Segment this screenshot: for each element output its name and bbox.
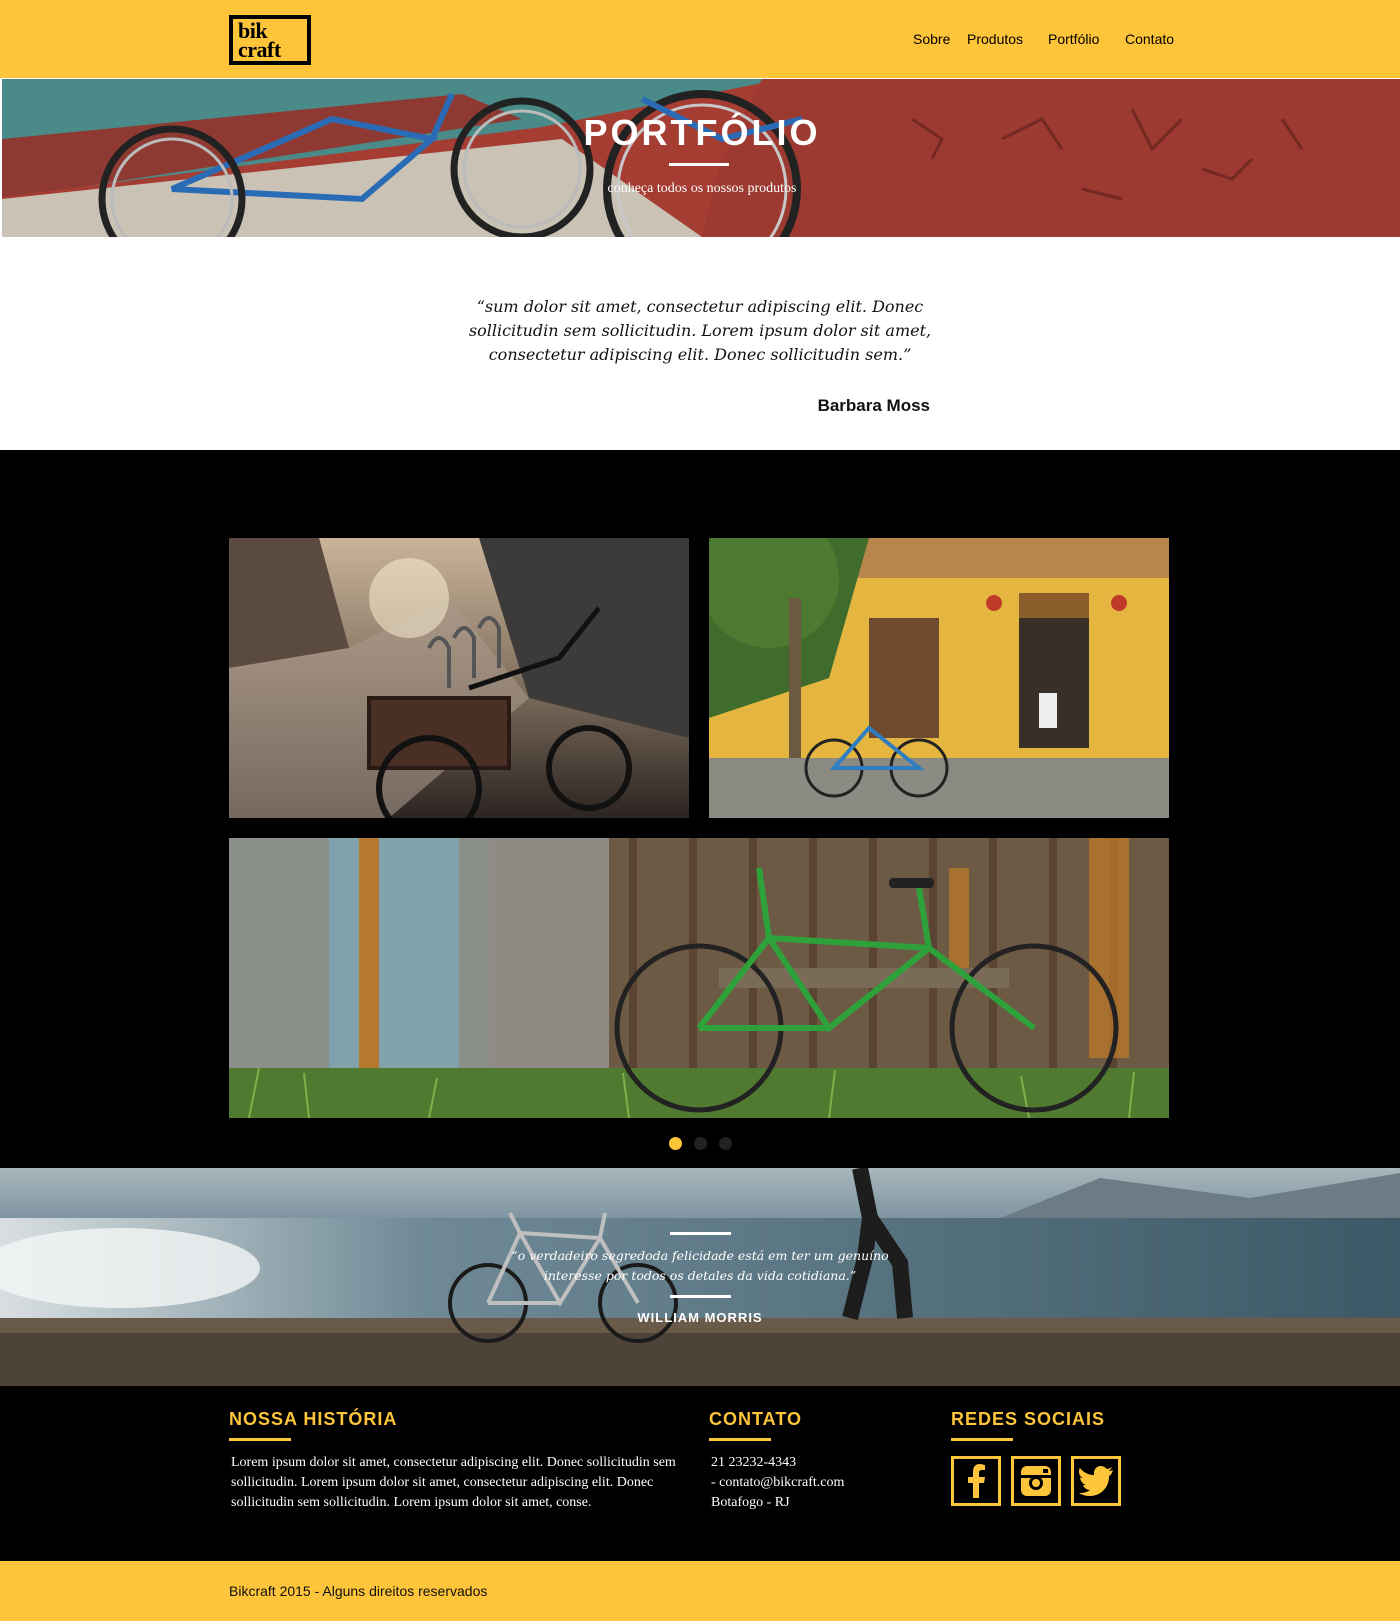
banner-quote-text: “o verdadeiro segredoda felicidade está … <box>511 1248 889 1283</box>
testimonial-author: Barbara Moss <box>817 396 930 415</box>
hero-banner: PORTFÓLIO conheça todos os nossos produt… <box>2 79 1400 237</box>
copyright-text: Bikcraft 2015 - Alguns direitos reservad… <box>229 1583 488 1599</box>
slider-dot-1[interactable] <box>669 1137 682 1150</box>
slider-dot-3[interactable] <box>719 1137 732 1150</box>
nav-link-contato[interactable]: Contato <box>1125 31 1174 47</box>
instagram-icon[interactable] <box>1011 1456 1061 1506</box>
site-header: bik craft Sobre Produtos Portfólio Conta… <box>0 0 1400 78</box>
page-title: PORTFÓLIO <box>583 112 821 153</box>
green-bicycle-wooden-fence-photo[interactable] <box>229 838 1169 1118</box>
hero-bicycle-photo <box>2 79 1400 237</box>
main-nav: Sobre Produtos Portfólio Contato <box>0 31 1400 51</box>
banner-quote-author: WILLIAM MORRIS <box>637 1310 763 1325</box>
page-subtitle: conheça todos os nossos produtos <box>607 181 797 196</box>
nav-link-portfolio[interactable]: Portfólio <box>1048 31 1099 47</box>
footer-history-divider <box>229 1438 291 1441</box>
footer-social-title: REDES SOCIAIS <box>951 1409 1106 1429</box>
footer-social-divider <box>951 1438 1013 1441</box>
twitter-icon[interactable] <box>1071 1456 1121 1506</box>
footer-history-text: Lorem ipsum dolor sit amet, consectetur … <box>231 1455 676 1510</box>
quote-divider-bottom <box>670 1295 731 1298</box>
yellow-house-bicycle-photo[interactable] <box>709 538 1169 818</box>
footer-contact-email[interactable]: - contato@bikcraft.com <box>711 1473 844 1493</box>
title-divider <box>669 163 729 166</box>
footer-contact-divider <box>709 1438 771 1441</box>
nav-link-produtos[interactable]: Produtos <box>967 31 1023 47</box>
footer-history-title: NOSSA HISTÓRIA <box>229 1409 398 1429</box>
nav-link-sobre[interactable]: Sobre <box>913 31 950 47</box>
facebook-icon[interactable] <box>951 1456 1001 1506</box>
slider-pagination <box>0 1137 1400 1151</box>
footer-contact-location: Botafogo - RJ <box>711 1495 790 1510</box>
street-bicycle-basket-photo[interactable] <box>229 538 689 818</box>
copyright-bar: Bikcraft 2015 - Alguns direitos reservad… <box>0 1561 1400 1621</box>
testimonial-quote: “sum dolor sit amet, consectetur adipisc… <box>468 297 932 364</box>
site-footer <box>0 1386 1400 1561</box>
footer-contact-title: CONTATO <box>709 1409 802 1429</box>
quote-divider-top <box>670 1232 731 1235</box>
footer-contact-phone: 21 23232-4343 <box>711 1455 797 1470</box>
slider-dot-2[interactable] <box>694 1137 707 1150</box>
